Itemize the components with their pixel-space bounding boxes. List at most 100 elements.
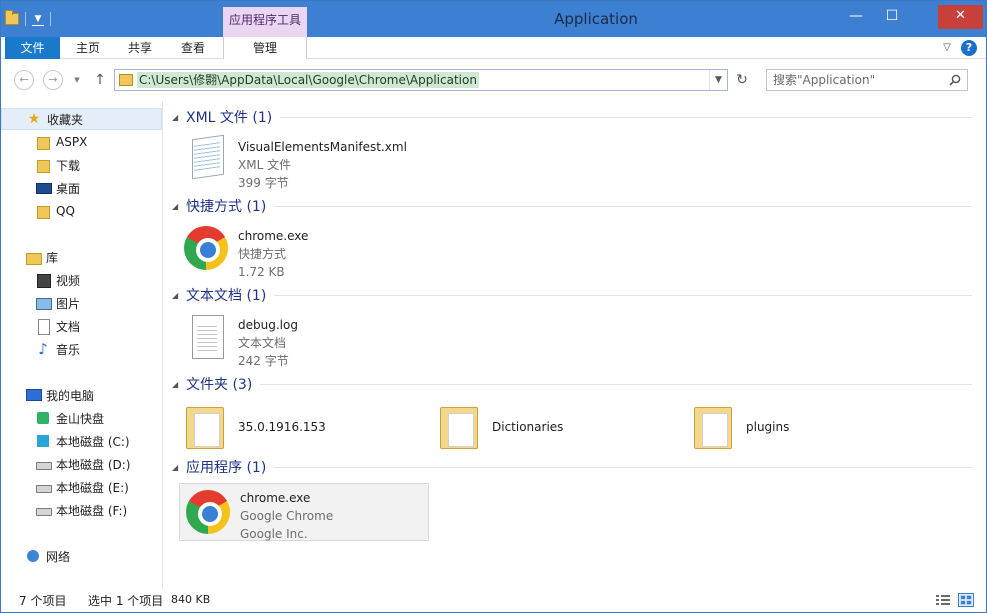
nav-item-drive-c[interactable]: 本地磁盘 (C:)	[1, 430, 162, 452]
folder-name: Dictionaries	[492, 420, 564, 434]
nav-item-videos[interactable]: 视频	[1, 269, 162, 291]
navigation-bar: ← → ▼ ↑ C:\Users\修翾\AppData\Local\Google…	[1, 59, 986, 101]
folder-tile[interactable]: 35.0.1916.153	[182, 401, 422, 453]
search-icon[interactable]	[949, 74, 961, 86]
file-name: debug.log	[238, 318, 298, 332]
group-header-xml[interactable]: ◢ XML 文件 (1)	[172, 107, 972, 127]
network-icon	[25, 548, 41, 564]
item-count: 7 个项目	[19, 594, 67, 608]
nav-item-drive-f[interactable]: 本地磁盘 (F:)	[1, 499, 162, 521]
back-button[interactable]: ←	[14, 70, 34, 90]
folder-icon	[436, 403, 484, 451]
ribbon-expand-chevron-icon[interactable]: ▽	[939, 39, 955, 57]
nav-favorites[interactable]: ★ 收藏夹	[1, 108, 162, 130]
folder-tile[interactable]: Dictionaries	[436, 401, 676, 453]
nav-item-label: 本地磁盘 (E:)	[56, 480, 129, 495]
tab-share[interactable]: 共享	[115, 37, 165, 59]
up-button[interactable]: ↑	[93, 71, 107, 89]
quick-access-toolbar: ▼	[5, 9, 51, 29]
file-tile-debug-log[interactable]: debug.log 文本文档 242 字节	[182, 313, 432, 368]
maximize-button[interactable]: ☐	[879, 5, 905, 29]
collapse-chevron-icon[interactable]: ◢	[172, 380, 186, 389]
computer-icon	[25, 387, 42, 403]
nav-item-desktop[interactable]: 桌面	[1, 177, 162, 199]
file-tile-chrome-shortcut[interactable]: chrome.exe 快捷方式 1.72 KB	[182, 224, 432, 279]
nav-item-documents[interactable]: 文档	[1, 315, 162, 337]
close-button[interactable]: ✕	[938, 5, 983, 29]
collapse-chevron-icon[interactable]: ◢	[172, 463, 186, 472]
group-header-label: 文本文档 (1)	[186, 288, 267, 304]
folder-icon	[35, 203, 51, 219]
group-divider	[280, 116, 972, 118]
qat-customize-icon[interactable]: ▼	[32, 12, 44, 26]
nav-item-kuaipan[interactable]: 金山快盘	[1, 407, 162, 429]
details-view-icon[interactable]	[935, 593, 951, 607]
nav-item-aspx[interactable]: ASPX	[1, 131, 162, 153]
drive-icon	[35, 479, 52, 495]
address-bar[interactable]: C:\Users\修翾\AppData\Local\Google\Chrome\…	[114, 69, 728, 91]
group-divider	[260, 383, 972, 385]
explorer-window: ▼ 应用程序工具 Application — ☐ ✕ 文件 主页 共享 查看 管…	[0, 0, 987, 613]
file-size: 242 字节	[238, 354, 289, 368]
tab-file[interactable]: 文件	[5, 37, 60, 59]
file-type: XML 文件	[238, 158, 292, 172]
file-type: 快捷方式	[238, 247, 287, 261]
tiles-view-icon[interactable]	[958, 593, 974, 607]
nav-item-label: 文档	[56, 319, 81, 334]
file-name: chrome.exe	[238, 229, 309, 243]
file-tile-xml[interactable]: VisualElementsManifest.xml XML 文件 399 字节	[182, 135, 432, 190]
nav-item-label: 我的电脑	[46, 388, 95, 403]
help-icon[interactable]: ?	[961, 40, 977, 56]
nav-item-label: 网络	[46, 549, 71, 564]
nav-item-label: 收藏夹	[47, 112, 84, 127]
recent-locations-chevron-icon[interactable]: ▼	[73, 76, 81, 84]
nav-item-drive-e[interactable]: 本地磁盘 (E:)	[1, 476, 162, 498]
nav-this-pc[interactable]: 我的电脑	[1, 384, 162, 406]
nav-network[interactable]: 网络	[1, 545, 162, 567]
file-size: 399 字节	[238, 176, 289, 190]
tab-home[interactable]: 主页	[63, 37, 113, 59]
group-header-text[interactable]: ◢ 文本文档 (1)	[172, 285, 972, 305]
title-bar: ▼ 应用程序工具 Application — ☐ ✕	[1, 1, 986, 37]
forward-button[interactable]: →	[43, 70, 63, 90]
folder-icon	[690, 403, 738, 451]
nav-item-label: 桌面	[56, 181, 81, 196]
nav-item-drive-d[interactable]: 本地磁盘 (D:)	[1, 453, 162, 475]
collapse-chevron-icon[interactable]: ◢	[172, 291, 186, 300]
group-header-shortcut[interactable]: ◢ 快捷方式 (1)	[172, 196, 972, 216]
drive-icon	[35, 456, 52, 472]
tab-view[interactable]: 查看	[167, 37, 219, 59]
tab-manage[interactable]: 管理	[223, 37, 307, 59]
folder-icon	[182, 403, 230, 451]
nav-libraries[interactable]: 库	[1, 246, 162, 268]
drive-icon	[35, 502, 52, 518]
nav-item-label: 本地磁盘 (D:)	[56, 457, 131, 472]
nav-item-music[interactable]: ♪ 音乐	[1, 338, 162, 360]
folder-icon[interactable]	[5, 10, 19, 25]
address-dropdown-icon[interactable]: ▼	[709, 70, 727, 90]
nav-item-label: ASPX	[56, 135, 88, 149]
ribbon-tabs: 文件 主页 共享 查看 管理 ▽ ?	[1, 37, 986, 59]
xml-file-icon	[182, 135, 230, 183]
context-tab-header: 应用程序工具	[223, 7, 307, 37]
collapse-chevron-icon[interactable]: ◢	[172, 202, 186, 211]
window-title: Application	[554, 10, 638, 28]
group-divider	[274, 205, 972, 207]
library-icon	[25, 249, 42, 265]
minimize-button[interactable]: —	[843, 5, 869, 29]
content-pane: ◢ XML 文件 (1) VisualElementsManifest.xml …	[164, 101, 986, 589]
refresh-button[interactable]: ↻	[731, 69, 753, 91]
group-header-folders[interactable]: ◢ 文件夹 (3)	[172, 374, 972, 394]
file-tile-chrome-app[interactable]: chrome.exe Google Chrome Google Inc.	[179, 483, 429, 541]
folder-icon	[35, 134, 51, 150]
group-header-applications[interactable]: ◢ 应用程序 (1)	[172, 457, 972, 477]
search-input[interactable]	[773, 72, 943, 88]
address-path[interactable]: C:\Users\修翾\AppData\Local\Google\Chrome\…	[137, 72, 479, 88]
search-box[interactable]	[766, 69, 968, 91]
text-file-icon	[182, 313, 230, 361]
collapse-chevron-icon[interactable]: ◢	[172, 113, 186, 122]
nav-item-downloads[interactable]: 下载	[1, 154, 162, 176]
nav-item-pictures[interactable]: 图片	[1, 292, 162, 314]
nav-item-qq[interactable]: QQ	[1, 200, 162, 222]
folder-tile[interactable]: plugins	[690, 401, 930, 453]
